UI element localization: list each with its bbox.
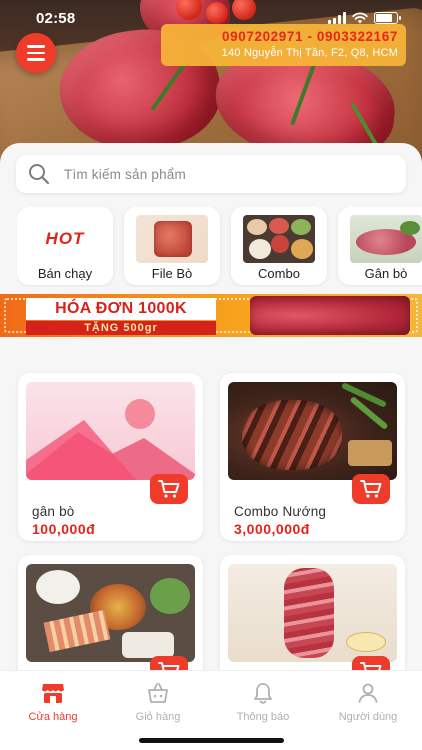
main-content[interactable]: Tìm kiếm sản phẩm HOT Bán chạy File Bò C… (0, 143, 422, 683)
product-card[interactable]: Combo Nướng 3,000,000đ (220, 373, 405, 541)
hot-label: HOT (45, 229, 85, 248)
signal-icon (328, 12, 346, 24)
promo-subtitle: TẶNG 500gr (26, 321, 216, 335)
beef-tendon-image (350, 215, 422, 263)
category-label: Gân bò (364, 266, 408, 281)
tab-label: Người dùng (338, 711, 398, 723)
hot-badge-image: HOT (29, 215, 101, 263)
promo-text-panel: HÓA ĐƠN 1000K TẶNG 500gr (26, 298, 216, 335)
category-label: Bán chạy (37, 266, 93, 281)
contact-address: 140 Nguyễn Thị Tần, F2, Q8, HCM (221, 47, 398, 59)
combo-image (243, 215, 315, 263)
add-to-cart-button[interactable] (150, 474, 188, 504)
user-icon (358, 683, 378, 703)
beef-fillet-image (136, 215, 208, 263)
promo-banner[interactable]: HÓA ĐƠN 1000K TẶNG 500gr (0, 294, 422, 337)
category-combo[interactable]: Combo (231, 207, 327, 285)
promo-title: HÓA ĐƠN 1000K (26, 298, 216, 320)
wifi-icon (352, 12, 368, 24)
search-icon (29, 164, 50, 185)
status-icons (328, 12, 401, 24)
tab-label: Thông báo (236, 711, 290, 723)
cart-icon (360, 480, 382, 498)
menu-button[interactable] (16, 33, 56, 73)
placeholder-image-icon (26, 382, 195, 480)
cart-icon (158, 480, 180, 498)
product-card[interactable] (18, 555, 203, 683)
product-card[interactable]: gân bò 100,000đ (18, 373, 203, 541)
grilled-steak-image (228, 382, 397, 480)
basket-icon (148, 683, 168, 703)
tab-label: Giỏ hàng (135, 711, 181, 723)
product-price: 3,000,000đ (234, 521, 310, 537)
battery-icon (374, 12, 401, 24)
store-icon (42, 684, 64, 703)
home-indicator (139, 738, 284, 743)
promo-meat-image (250, 296, 410, 335)
product-price: 100,000đ (32, 521, 96, 537)
category-label: Combo (258, 266, 300, 281)
hotpot-combo-image (26, 564, 195, 662)
contact-info-box: 0907202971 - 0903322167 140 Nguyễn Thị T… (161, 24, 406, 66)
bell-icon (254, 683, 272, 704)
product-name: Combo Nướng (234, 504, 327, 519)
tab-label: Cửa hàng (28, 711, 78, 723)
category-gan-bo[interactable]: Gân bò (338, 207, 422, 285)
category-best-seller[interactable]: HOT Bán chạy (17, 207, 113, 285)
status-time: 02:58 (36, 9, 76, 27)
contact-phone[interactable]: 0907202971 - 0903322167 (173, 29, 398, 44)
category-file-bo[interactable]: File Bò (124, 207, 220, 285)
add-to-cart-button[interactable] (352, 474, 390, 504)
tab-notifications[interactable]: Thông báo (218, 681, 308, 729)
hamburger-icon (27, 45, 45, 48)
product-name: gân bò (32, 504, 75, 519)
tab-cart[interactable]: Giỏ hàng (113, 681, 203, 729)
beef-slice-image (228, 564, 397, 662)
search-bar[interactable]: Tìm kiếm sản phẩm (16, 155, 406, 193)
category-label: File Bò (151, 266, 193, 281)
category-list[interactable]: HOT Bán chạy File Bò Combo Gân bò (17, 207, 422, 287)
search-input[interactable]: Tìm kiếm sản phẩm (64, 167, 186, 182)
tab-user[interactable]: Người dùng (323, 681, 413, 729)
product-card[interactable] (220, 555, 405, 683)
tab-store[interactable]: Cửa hàng (8, 681, 98, 729)
